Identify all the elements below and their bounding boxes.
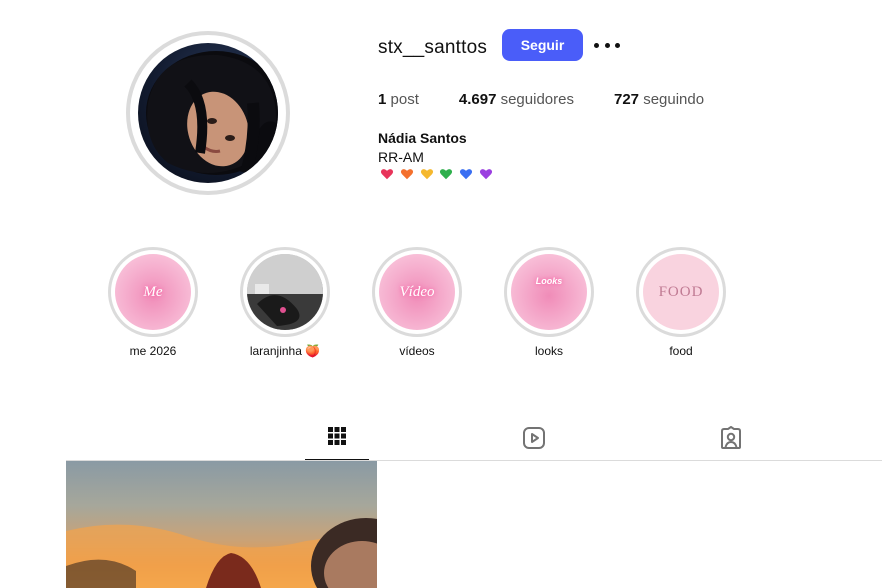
highlight-ring: Vídeo (372, 247, 462, 337)
tagged-icon (721, 426, 741, 449)
highlight-label: food (669, 344, 693, 358)
heart-icon (380, 169, 394, 180)
highlight-ring: Looks (504, 247, 594, 337)
stat-posts-label: post (390, 91, 419, 108)
heart-icon (400, 169, 413, 180)
profile-stats: 1 post 4.697 seguidores 727 seguindo (378, 91, 744, 108)
highlight-ring (240, 247, 330, 337)
highlight-cover-text: Me (143, 283, 163, 300)
highlight-looks[interactable]: Looks looks (504, 247, 594, 358)
highlight-cover: Vídeo (379, 254, 455, 330)
stat-posts: 1 post (378, 91, 419, 108)
full-name: Nádia Santos (378, 130, 467, 146)
highlight-cover: Me (115, 254, 191, 330)
highlight-cover-text: FOOD (658, 283, 704, 300)
highlight-label: me 2026 (129, 344, 177, 358)
more-options-icon[interactable] (594, 36, 620, 54)
highlight-ring: Me (108, 247, 198, 337)
post-thumbnail[interactable] (66, 461, 377, 588)
highlight-food[interactable]: FOOD food (636, 247, 726, 358)
post-photo (66, 518, 377, 588)
tab-tagged[interactable] (699, 420, 763, 461)
highlight-videos[interactable]: Vídeo vídeos (372, 247, 462, 358)
avatar[interactable] (138, 43, 278, 183)
stat-following-count: 727 (613, 91, 640, 108)
stat-following[interactable]: 727 seguindo (614, 91, 704, 108)
grid-icon (328, 427, 346, 445)
highlight-cover: FOOD (643, 254, 719, 330)
highlight-cover (247, 254, 323, 330)
stat-followers-label: seguidores (500, 91, 574, 108)
avatar-photo (146, 51, 278, 175)
stat-followers[interactable]: 4.697 seguidores (459, 91, 574, 108)
highlight-label: laranjinha 🍑 (249, 344, 321, 358)
bio-text: RR-AM (378, 149, 424, 165)
follow-button[interactable]: Seguir (502, 29, 583, 61)
reels-icon (523, 427, 545, 449)
stat-followers-count: 4.697 (458, 91, 497, 108)
highlight-cover-text: Vídeo (399, 283, 435, 300)
heart-icon (440, 169, 453, 180)
highlight-ring: FOOD (636, 247, 726, 337)
highlight-label: vídeos (399, 344, 435, 358)
heart-icon (479, 169, 493, 180)
profile-avatar-ring[interactable] (126, 31, 290, 195)
bio-hearts (380, 167, 499, 181)
heart-icon (460, 169, 473, 180)
highlight-cover: Looks (511, 254, 587, 330)
tab-reels[interactable] (502, 420, 566, 461)
tab-posts[interactable] (305, 420, 369, 461)
stat-following-label: seguindo (643, 91, 705, 108)
stat-posts-count: 1 (378, 91, 387, 108)
highlight-me-2026[interactable]: Me me 2026 (108, 247, 198, 358)
highlight-label: looks (534, 344, 563, 358)
heart-icon (420, 169, 433, 180)
highlight-cover-text: Looks (535, 276, 563, 286)
username: stx__santtos (378, 37, 488, 58)
highlight-photo (247, 254, 323, 330)
highlight-laranjinha[interactable]: laranjinha 🍑 (240, 247, 330, 358)
